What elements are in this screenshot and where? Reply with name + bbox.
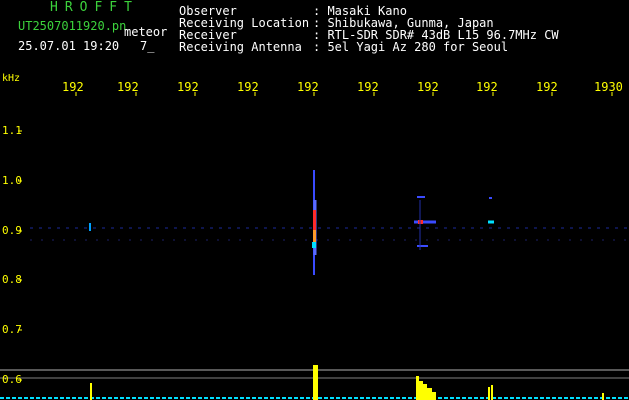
y-axis-unit: kHz <box>2 73 21 84</box>
meteor-echo-3 <box>488 197 494 224</box>
x-tick-label: 192 <box>237 80 259 94</box>
meteor-echo-main <box>312 170 317 275</box>
y-tick-label: 0.6 <box>2 373 22 386</box>
y-tick-label: 1.0 <box>2 174 22 187</box>
antenna-value: : 5el Yagi Az 280 for Seoul <box>313 40 509 54</box>
x-tick-label: 192 <box>177 80 199 94</box>
echo-count: 7_ <box>140 39 155 53</box>
x-tick-label: 1930 <box>594 80 623 94</box>
y-tick-label: 1.1 <box>2 124 22 137</box>
x-tick-marks <box>75 92 613 96</box>
x-tick-label: 192 <box>297 80 319 94</box>
meteor-echo-2 <box>414 196 436 250</box>
file-name: UT2507011920.pn <box>18 19 127 33</box>
x-tick-label: 192 <box>357 80 379 94</box>
y-tick-label: 0.7 <box>2 323 22 336</box>
y-tick-marks <box>18 130 22 381</box>
x-tick-label: 192 <box>417 80 439 94</box>
x-tick-label: 192 <box>536 80 558 94</box>
file-type: meteor <box>124 25 168 39</box>
y-tick-label: 0.9 <box>2 224 22 237</box>
hrofft-screen: HROFFT UT2507011920.pn meteor 25.07.01 1… <box>0 0 629 400</box>
date-time: 25.07.01 19:20 <box>18 39 120 53</box>
x-tick-label: 192 <box>117 80 139 94</box>
x-tick-label: 192 <box>62 80 84 94</box>
y-tick-label: 0.8 <box>2 273 22 286</box>
app-logo: HROFFT <box>50 0 139 15</box>
spectrogram-plot <box>0 92 629 400</box>
x-tick-label: 192 <box>476 80 498 94</box>
antenna-label: Receiving Antenna <box>179 40 302 54</box>
